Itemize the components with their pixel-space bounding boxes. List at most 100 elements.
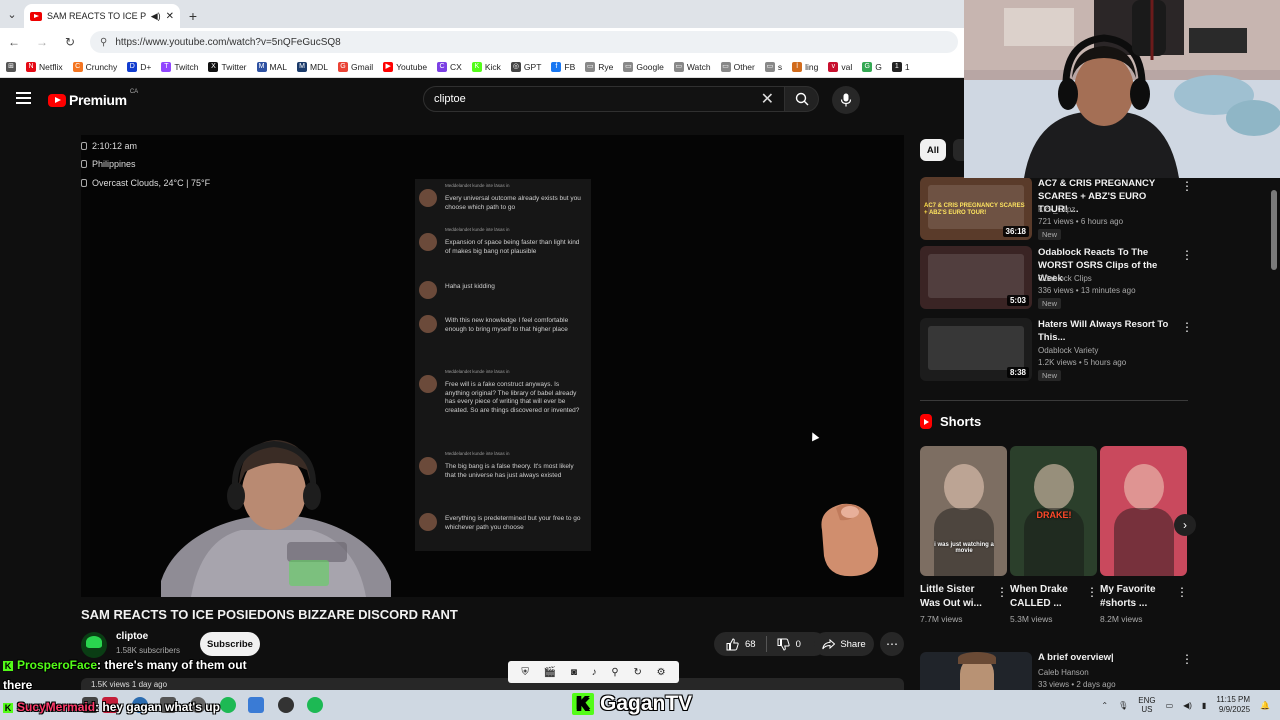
bookmark-item[interactable]: X Twitter <box>208 61 247 72</box>
reload-icon[interactable]: ↻ <box>62 35 78 49</box>
settings-icon[interactable]: ⚙ <box>657 667 666 678</box>
back-arrow-icon[interactable]: ← <box>6 35 22 49</box>
forward-arrow-icon[interactable]: → <box>34 35 50 49</box>
video-player[interactable]: 2:10:12 am Philippines Overcast Clouds, … <box>81 135 904 597</box>
recommendation-card[interactable]: AC7 & CRIS PREGNANCY SCARES + ABZ'S EURO… <box>920 177 1193 241</box>
short-thumbnail[interactable]: DRAKE! <box>1010 446 1097 576</box>
kebab-menu-icon[interactable]: ⋮ <box>1181 179 1193 193</box>
bookmark-item[interactable]: ◎ GPT <box>510 61 541 72</box>
more-actions-button[interactable]: ⋯ <box>880 632 904 656</box>
close-tab-icon[interactable]: ✕ <box>166 11 174 22</box>
pin-icon <box>81 160 87 168</box>
camera-icon[interactable]: ◙ <box>571 667 577 678</box>
video-thumbnail[interactable] <box>920 652 1032 692</box>
kebab-menu-icon[interactable]: ⋮ <box>1181 248 1193 262</box>
subscribe-button[interactable]: Subscribe <box>200 632 260 656</box>
short-thumbnail[interactable]: i was just watching a movie <box>920 446 1007 576</box>
recommendation-card[interactable]: A brief overview| Caleb Hanson 33 views … <box>920 652 1193 692</box>
bookmark-item[interactable]: ▭ Google <box>623 61 664 72</box>
menu-icon[interactable] <box>16 92 31 104</box>
kebab-menu-icon[interactable]: ⋮ <box>1181 320 1193 334</box>
language-indicator[interactable]: ENG US <box>1138 696 1155 714</box>
taskbar-app-icon[interactable] <box>278 697 294 713</box>
kebab-menu-icon[interactable]: ⋮ <box>1176 585 1188 599</box>
short-card[interactable]: My Favorite #shorts ... 8.2M views ⋮ <box>1100 446 1188 624</box>
channel-avatar[interactable] <box>81 632 107 658</box>
bookmark-item[interactable]: ▭ s <box>764 61 782 72</box>
url-field[interactable]: ⚲ https://www.youtube.com/watch?v=5nQFeG… <box>90 31 958 53</box>
clear-search-icon[interactable]: ✕ <box>761 89 774 109</box>
youtube-logo[interactable]: Premium CA <box>48 89 138 108</box>
chip-all[interactable]: All <box>920 139 946 161</box>
refresh-icon[interactable]: ↻ <box>633 667 641 678</box>
mic-tray-icon[interactable]: 🎙 <box>1118 701 1128 710</box>
bookmark-favicon-icon: D <box>127 61 138 72</box>
bookmark-label: Twitch <box>174 61 199 72</box>
bookmark-item[interactable]: f FB <box>551 61 575 72</box>
video-description-box[interactable]: 1.5K views 1 day ago <box>81 678 904 690</box>
page-scrollbar[interactable] <box>1270 178 1278 685</box>
thumbnail-scene <box>1114 508 1174 576</box>
new-tab-button[interactable]: + <box>180 4 206 28</box>
bookmark-item[interactable]: GG <box>862 61 882 72</box>
shield-icon[interactable]: ⛨ <box>521 667 529 678</box>
bookmark-item[interactable]: C Crunchy <box>72 61 117 72</box>
bookmark-item[interactable]: ▭ Watch <box>673 61 711 72</box>
bookmark-item[interactable]: C CX <box>437 61 462 72</box>
volume-icon[interactable]: ♪ <box>592 667 597 678</box>
bookmark-label: val <box>841 61 853 72</box>
tab-list-chevron-icon[interactable]: ⌄ <box>0 0 24 28</box>
like-button[interactable]: 68 <box>714 636 767 652</box>
search-input[interactable] <box>434 93 761 105</box>
pin-icon[interactable]: ⚲ <box>611 667 618 678</box>
bookmark-item[interactable]: ▭ Rye <box>585 61 613 72</box>
recommendation-card[interactable]: 8:38 Haters Will Always Resort To This...… <box>920 318 1193 382</box>
speaker-icon[interactable]: ◀) <box>151 11 161 22</box>
bookmark-item[interactable]: N Netflix <box>26 61 63 72</box>
video-thumbnail[interactable]: 8:38 <box>920 318 1032 381</box>
shorts-next-arrow-icon[interactable]: › <box>1174 514 1196 536</box>
browser-tab-active[interactable]: SAM REACTS TO ICE POSIEDC ◀) ✕ <box>24 4 180 28</box>
network-icon[interactable]: ▭ <box>1166 701 1174 710</box>
kebab-menu-icon[interactable]: ⋮ <box>996 585 1008 599</box>
bookmark-item[interactable]: M MAL <box>256 61 287 72</box>
bookmark-item[interactable]: ▭ Other <box>720 61 755 72</box>
kebab-menu-icon[interactable]: ⋮ <box>1181 652 1193 666</box>
battery-icon[interactable]: ▮ <box>1202 701 1206 710</box>
share-button[interactable]: Share <box>814 632 874 656</box>
volume-tray-icon[interactable]: ◀) <box>1183 701 1192 710</box>
bookmark-item[interactable]: M MDL <box>297 61 328 72</box>
bookmark-item[interactable]: v val <box>828 61 853 72</box>
dislike-button[interactable]: 0 <box>767 638 811 651</box>
bookmark-item[interactable]: D D+ <box>127 61 151 72</box>
short-card[interactable]: i was just watching a movie Little Sister… <box>920 446 1008 624</box>
tray-chevron-icon[interactable]: ⌃ <box>1101 701 1108 710</box>
video-thumbnail[interactable]: AC7 & CRIS PREGNANCY SCARES + ABZ'S EURO… <box>920 177 1032 240</box>
bookmark-item[interactable]: K Kick <box>471 61 501 72</box>
bookmark-item[interactable]: T Twitch <box>161 61 199 72</box>
taskbar-app-icon[interactable] <box>248 697 264 713</box>
apps-grid-icon[interactable]: ⊞ <box>6 61 16 72</box>
short-thumbnail[interactable] <box>1100 446 1187 576</box>
site-settings-icon[interactable]: ⚲ <box>100 37 107 48</box>
video-thumbnail[interactable]: 5:03 <box>920 246 1032 309</box>
voice-search-button[interactable] <box>832 86 860 114</box>
taskbar-app-icon[interactable] <box>220 697 236 713</box>
spotify-icon[interactable] <box>307 697 323 713</box>
bookmark-item[interactable]: 11 <box>891 61 910 72</box>
channel-name[interactable]: cliptoe <box>116 631 148 642</box>
system-clock[interactable]: 11:15 PM 9/9/2025 <box>1216 695 1250 715</box>
notification-bell-icon[interactable]: 🔔 <box>1260 701 1270 710</box>
bookmark-favicon-icon: l <box>792 61 803 72</box>
bookmark-item[interactable]: l ling <box>792 61 818 72</box>
youtube-play-logo-icon <box>48 93 66 107</box>
short-card[interactable]: DRAKE! When Drake CALLED ... 5.3M views ⋮ <box>1010 446 1098 624</box>
search-button[interactable] <box>785 86 819 112</box>
bookmark-item[interactable]: G Gmail <box>337 61 373 72</box>
bookmark-item[interactable]: ▶ Youtube <box>383 61 427 72</box>
clapper-icon[interactable]: 🎬 <box>544 667 556 678</box>
kebab-menu-icon[interactable]: ⋮ <box>1086 585 1098 599</box>
scrollbar-thumb[interactable] <box>1271 190 1277 270</box>
thumbnail-caption: DRAKE! <box>1036 510 1072 520</box>
recommendation-card[interactable]: 5:03 Odablock Reacts To The WORST OSRS Cl… <box>920 246 1193 310</box>
